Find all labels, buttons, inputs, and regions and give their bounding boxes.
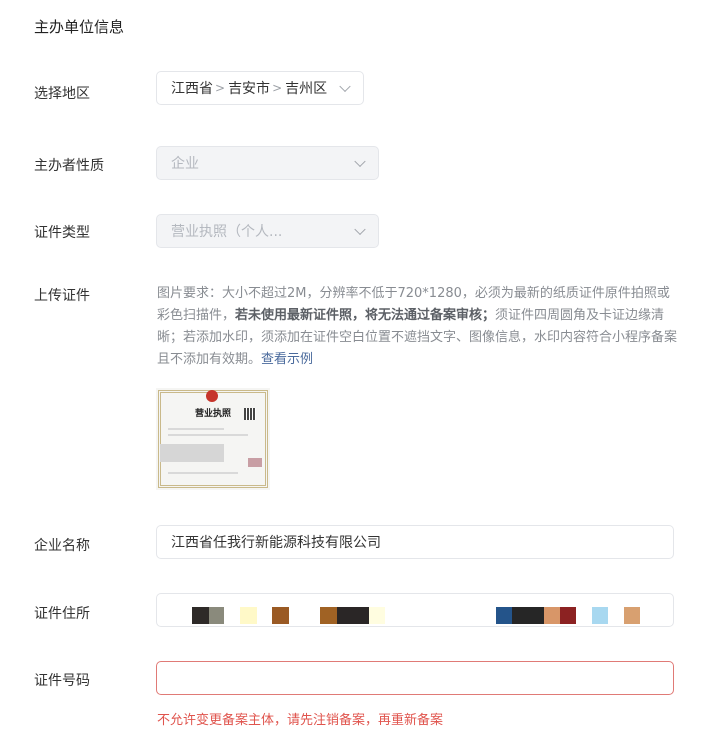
text-line: [168, 434, 248, 436]
chevron-right-icon: >: [215, 81, 226, 95]
mosaic-block: [240, 607, 257, 624]
region-label: 选择地区: [34, 86, 90, 102]
chevron-down-icon: [354, 155, 366, 168]
nature-select[interactable]: 企业: [156, 146, 379, 180]
mosaic-block: [209, 607, 224, 624]
national-emblem-icon: [206, 390, 218, 402]
district-value: 吉州区: [285, 81, 328, 97]
mosaic-block: [272, 607, 289, 624]
mosaic-block: [337, 607, 369, 624]
stamp-mark: [248, 458, 262, 467]
section-title: 主办单位信息: [34, 18, 125, 36]
id-number-label: 证件号码: [34, 673, 90, 689]
province-value: 江西省: [171, 81, 213, 97]
company-name-value: 江西省任我行新能源科技有限公司: [171, 535, 381, 551]
cert-type-select[interactable]: 营业执照（个人...: [156, 214, 379, 248]
mosaic-block: [369, 607, 385, 624]
hint-bold-text: 若未使用最新证件照，将无法通过备案审核；: [235, 308, 496, 323]
view-example-link[interactable]: 查看示例: [261, 352, 313, 367]
upload-hint: 图片要求：大小不超过2M，分辨率不低于720*1280，必须为最新的纸质证件原件…: [157, 283, 679, 371]
text-line: [168, 472, 238, 474]
mosaic-block: [512, 607, 544, 624]
text-line: [168, 428, 224, 430]
chevron-right-icon: >: [272, 81, 283, 95]
mosaic-block: [320, 607, 337, 624]
chevron-down-icon: [354, 223, 366, 236]
blurred-region: [160, 444, 224, 462]
id-number-input[interactable]: [156, 661, 674, 695]
chevron-down-icon: [339, 80, 351, 93]
id-number-error: 不允许变更备案主体，请先注销备案，再重新备案: [157, 713, 444, 728]
mosaic-block: [624, 607, 640, 624]
qr-code-icon: [244, 408, 256, 420]
mosaic-block: [592, 607, 608, 624]
company-name-label: 企业名称: [34, 538, 90, 554]
region-select[interactable]: 江西省 > 吉安市 > 吉州区: [156, 71, 364, 105]
license-preview-image[interactable]: 营业执照: [156, 388, 270, 490]
mosaic-block: [496, 607, 512, 624]
address-label: 证件住所: [34, 606, 90, 622]
upload-label: 上传证件: [34, 288, 90, 304]
mosaic-block: [192, 607, 209, 624]
nature-value: 企业: [171, 156, 199, 172]
cert-type-label: 证件类型: [34, 225, 90, 241]
city-value: 吉安市: [228, 81, 271, 97]
mosaic-block: [544, 607, 560, 624]
company-name-input[interactable]: 江西省任我行新能源科技有限公司: [156, 525, 674, 559]
nature-label: 主办者性质: [34, 158, 104, 174]
mosaic-block: [560, 607, 576, 624]
cert-type-value: 营业执照（个人...: [171, 224, 283, 240]
